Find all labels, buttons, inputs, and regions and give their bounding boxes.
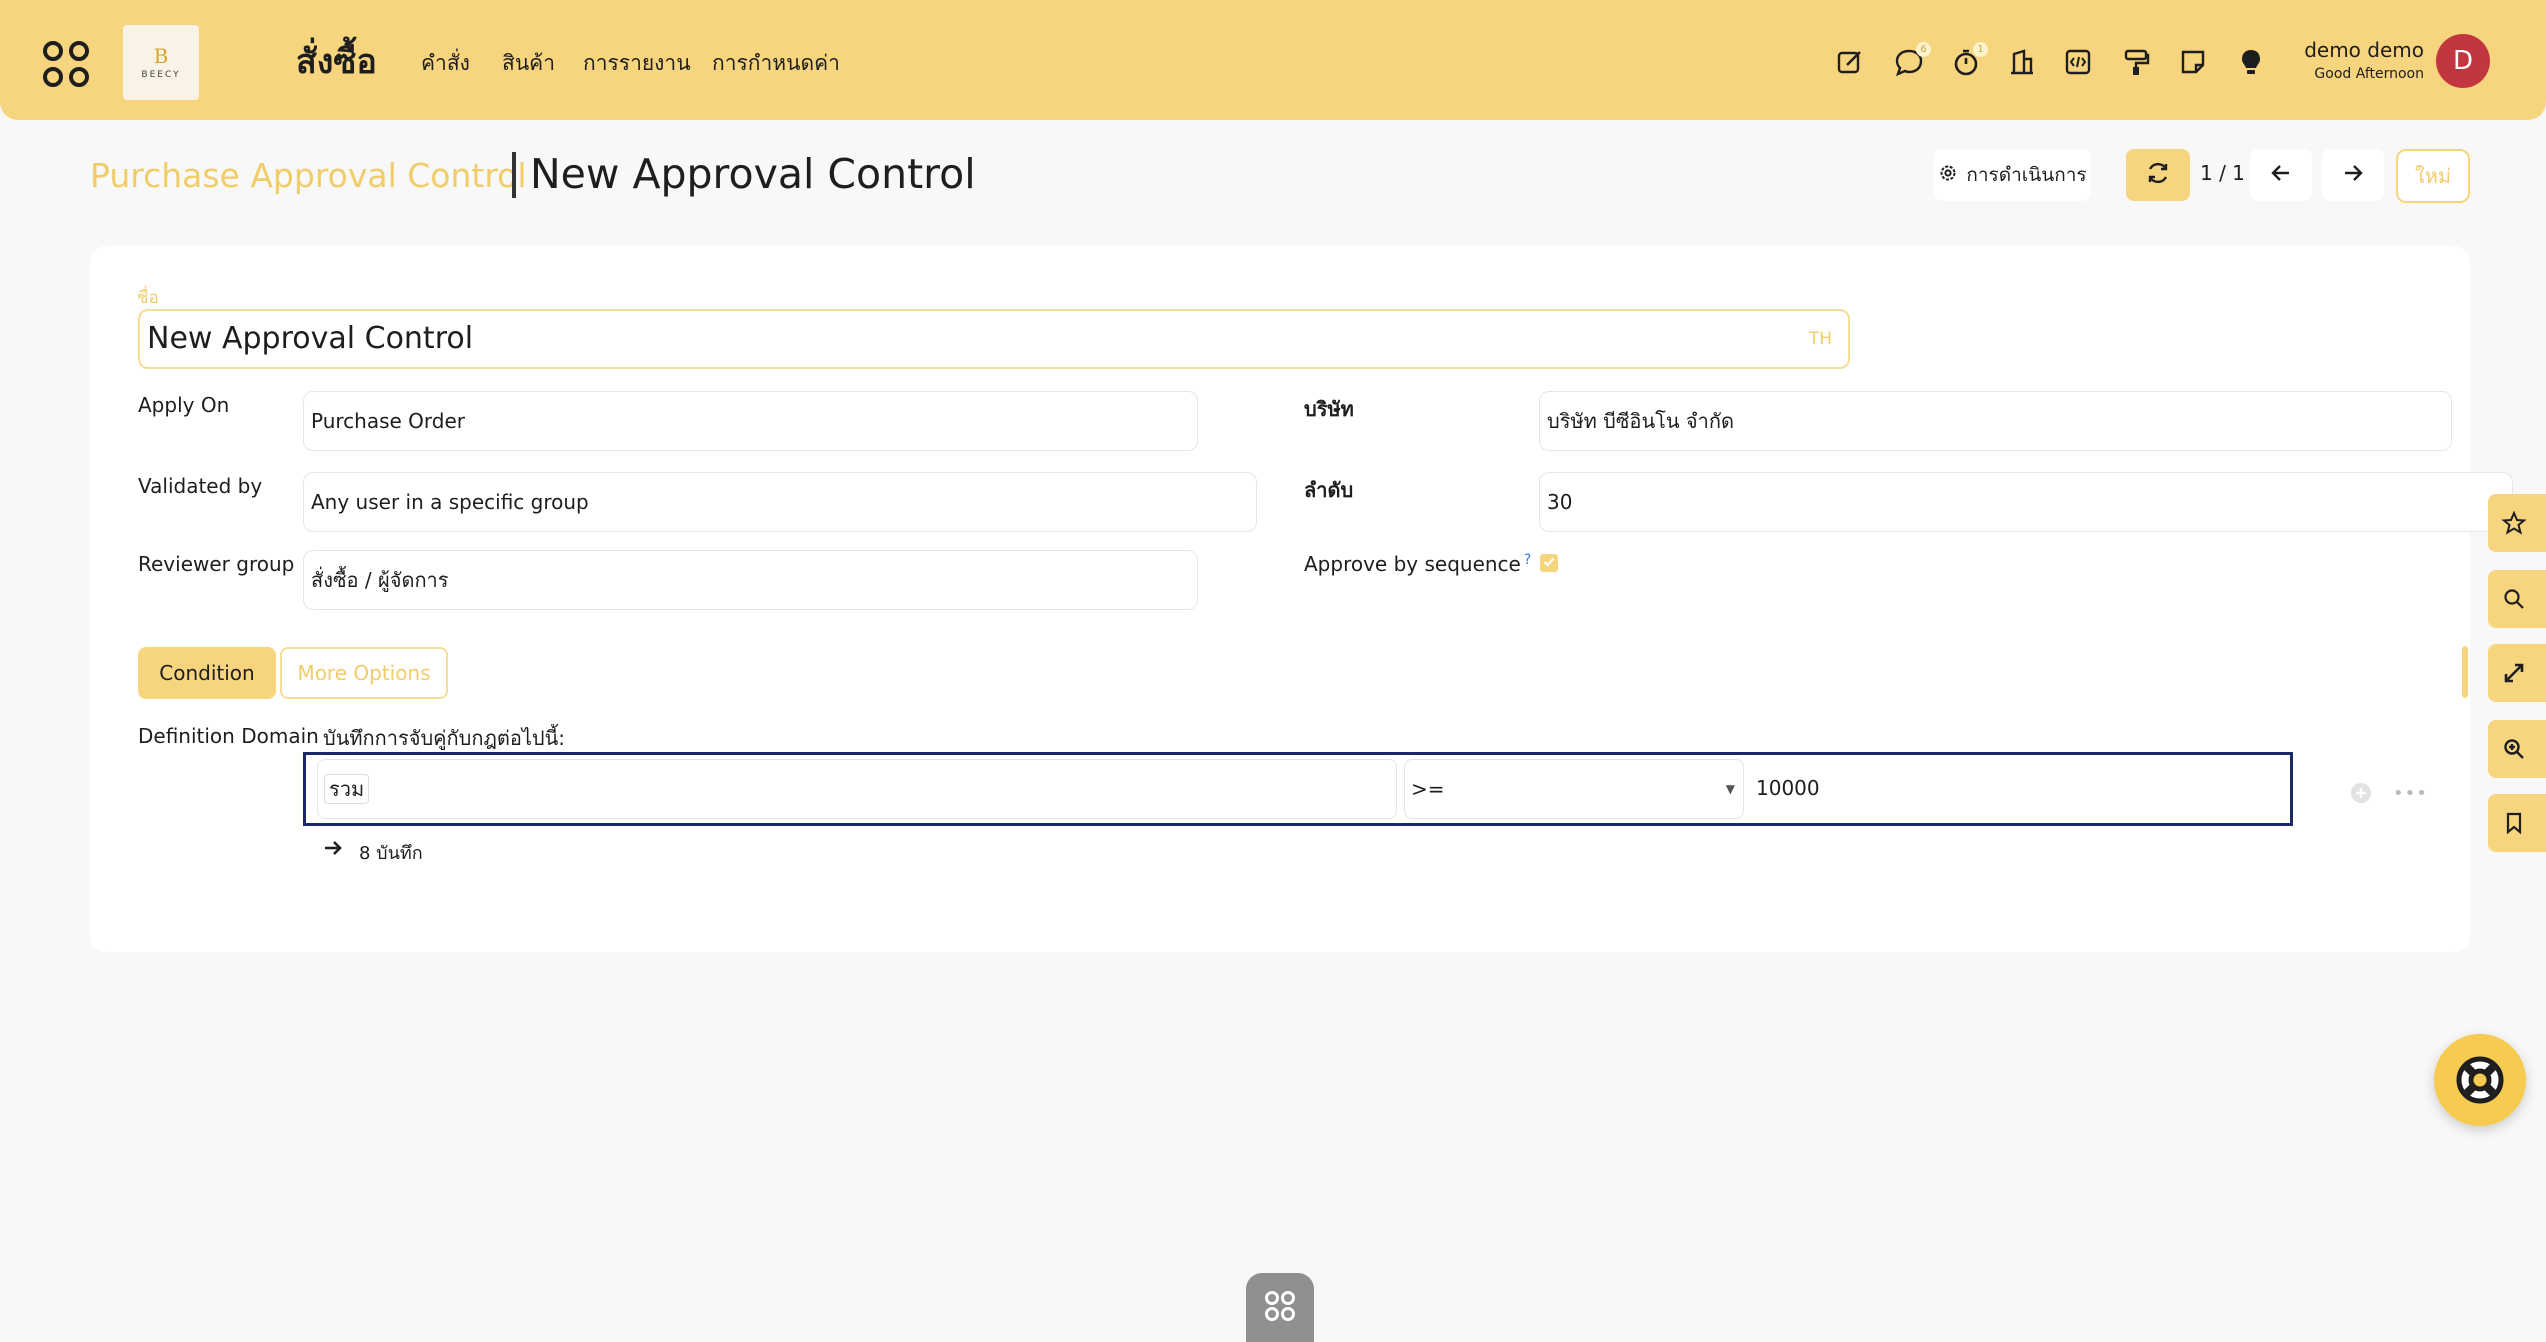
apply-on-field[interactable]: Purchase Order: [303, 391, 1198, 451]
caret-down-icon: ▼: [1725, 782, 1735, 796]
actions-button[interactable]: การดำเนินการ: [1934, 149, 2091, 201]
paint-roller-icon[interactable]: [2120, 46, 2152, 78]
app-title[interactable]: สั่งซื้อ: [296, 34, 377, 88]
edit-note-icon[interactable]: [1834, 46, 1866, 78]
activities-badge: 1: [1973, 42, 1988, 57]
lightbulb-icon[interactable]: [2235, 46, 2267, 78]
actions-label: การดำเนินการ: [1966, 164, 2087, 186]
star-icon[interactable]: [2488, 494, 2546, 552]
messages-badge: 6: [1916, 42, 1931, 57]
logo-word: BEECY: [141, 69, 181, 80]
sticky-note-icon[interactable]: [2177, 46, 2209, 78]
top-navbar: B BEECY สั่งซื้อ คำสั่ง สินค้า การรายงาน…: [0, 0, 2546, 120]
apps-icon[interactable]: [40, 38, 92, 90]
new-button[interactable]: ใหม่: [2396, 149, 2470, 203]
menu-products[interactable]: สินค้า: [502, 47, 555, 80]
more-options-icon[interactable]: •••: [2393, 785, 2428, 803]
arrow-left-icon: [2270, 162, 2292, 188]
user-name[interactable]: demo demo: [2304, 38, 2424, 62]
avatar[interactable]: D: [2436, 34, 2490, 88]
company-field[interactable]: บริษัท บีซีอินโน จำกัด: [1539, 391, 2452, 451]
breadcrumb-separator: [512, 152, 516, 198]
apps-icon: [1263, 1289, 1297, 1327]
arrow-right-icon[interactable]: [323, 838, 343, 858]
company-logo[interactable]: B BEECY: [123, 25, 199, 100]
domain-field-selector[interactable]: รวม: [317, 759, 1397, 819]
name-value: New Approval Control: [147, 321, 474, 356]
domain-rule-row: รวม >= ▼ 10000: [303, 752, 2293, 826]
domain-operator-value: >=: [1411, 777, 1445, 801]
refresh-icon: [2145, 160, 2171, 190]
code-icon[interactable]: [2062, 46, 2094, 78]
translate-button[interactable]: TH: [1809, 311, 1832, 367]
zoom-in-icon[interactable]: [2488, 720, 2546, 778]
domain-value-input[interactable]: 10000: [1750, 759, 2288, 819]
menu-configuration[interactable]: การกำหนดค่า: [712, 47, 840, 80]
logo-mark: B: [153, 43, 169, 68]
apply-on-label: Apply On: [138, 393, 230, 417]
breadcrumb-parent[interactable]: Purchase Approval Control: [90, 156, 527, 195]
reviewer-group-label: Reviewer group: [138, 552, 295, 576]
validated-by-label: Validated by: [138, 474, 263, 498]
gear-icon: [1938, 163, 1958, 188]
building-icon[interactable]: [2006, 46, 2038, 78]
sequence-field[interactable]: 30: [1539, 472, 2513, 532]
tab-more-options[interactable]: More Options: [280, 647, 448, 699]
bookmark-icon[interactable]: [2488, 794, 2546, 852]
sequence-label: ลำดับ: [1304, 478, 1354, 502]
next-button[interactable]: [2322, 149, 2384, 201]
tab-condition[interactable]: Condition: [138, 647, 276, 699]
checkmark-icon: [1542, 554, 1556, 573]
approve-by-sequence-checkbox[interactable]: [1540, 554, 1558, 572]
home-apps-button[interactable]: [1246, 1273, 1314, 1342]
rail-indicator: [2462, 646, 2468, 698]
approve-by-sequence-text: Approve by sequence: [1304, 552, 1521, 576]
refresh-button[interactable]: [2126, 149, 2190, 201]
help-tooltip-icon[interactable]: ?: [1524, 552, 1531, 568]
reviewer-group-field[interactable]: สั่งซื้อ / ผู้จัดการ: [303, 550, 1198, 610]
company-label: บริษัท: [1304, 397, 1354, 421]
menu-reporting[interactable]: การรายงาน: [583, 47, 691, 80]
user-greeting: Good Afternoon: [2314, 66, 2424, 82]
chat-icon[interactable]: 6: [1893, 42, 1931, 78]
lifebuoy-icon[interactable]: [2434, 1034, 2526, 1126]
name-field[interactable]: New Approval Control TH: [138, 309, 1850, 369]
definition-domain-label: Definition Domain: [138, 724, 319, 748]
previous-button[interactable]: [2250, 149, 2312, 201]
validated-by-field[interactable]: Any user in a specific group: [303, 472, 1257, 532]
matching-records-count[interactable]: 8 บันทึก: [359, 838, 423, 867]
add-rule-icon[interactable]: [2350, 782, 2372, 804]
menu-orders[interactable]: คำสั่ง: [421, 47, 470, 80]
approve-by-sequence-label: Approve by sequence?: [1304, 552, 1531, 576]
name-label: ชื่อ: [137, 288, 159, 308]
clock-icon[interactable]: 1: [1950, 42, 1988, 78]
domain-intro: บันทึกการจับคู่กับกฎต่อไปนี้:: [323, 726, 566, 750]
form-sheet: ชื่อ New Approval Control TH Apply On Pu…: [90, 246, 2513, 952]
expand-icon[interactable]: [2488, 644, 2546, 702]
domain-operator-select[interactable]: >= ▼: [1404, 759, 1744, 819]
search-icon[interactable]: [2488, 570, 2546, 628]
arrow-right-icon: [2342, 162, 2364, 188]
domain-field-value: รวม: [324, 774, 370, 804]
pager-value[interactable]: 1 / 1: [2200, 161, 2245, 185]
breadcrumb-current: New Approval Control: [530, 150, 976, 198]
